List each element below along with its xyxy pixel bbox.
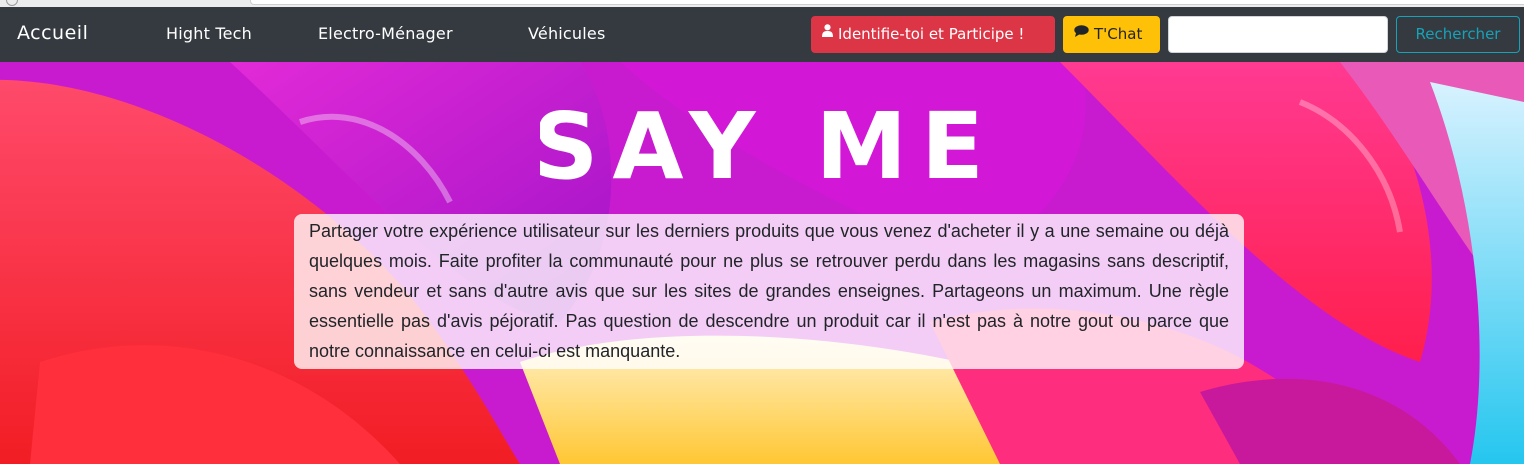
browser-icon [6,0,18,6]
say-me-logo: SAY ME [540,96,990,186]
address-bar-edge[interactable] [250,0,1524,5]
comment-icon [1074,15,1089,50]
chat-label: T'Chat [1094,25,1143,43]
chat-button[interactable]: T'Chat [1063,16,1160,53]
login-participate-label: Identifie-toi et Participe ! [838,25,1025,43]
search-button[interactable]: Rechercher [1396,16,1520,53]
hero-banner: SAY ME Partager votre expérience utilisa… [0,62,1524,464]
top-navbar: Accueil Hight Tech Electro-Ménager Véhic… [0,7,1524,62]
nav-brand-home[interactable]: Accueil [17,22,88,44]
nav-link-hight-tech[interactable]: Hight Tech [166,24,252,43]
user-icon [822,15,833,50]
site-description: Partager votre expérience utilisateur su… [294,214,1244,369]
search-input[interactable] [1168,16,1388,53]
nav-link-vehicules[interactable]: Véhicules [528,24,606,43]
login-participate-button[interactable]: Identifie-toi et Participe ! [811,16,1055,53]
svg-text:SAY ME: SAY ME [540,96,990,186]
nav-link-electro-menager[interactable]: Electro-Ménager [318,24,453,43]
